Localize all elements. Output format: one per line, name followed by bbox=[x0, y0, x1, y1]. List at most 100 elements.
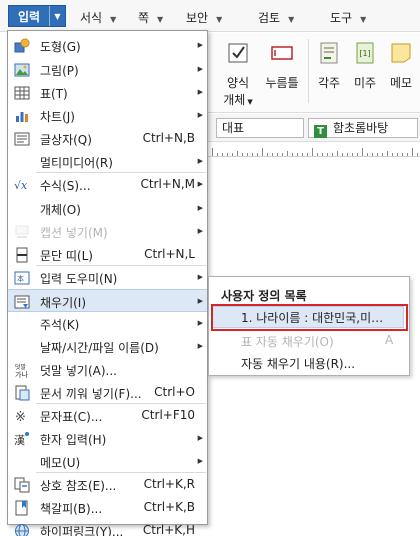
chevron-down-icon: ▼ bbox=[360, 15, 367, 24]
menu-format[interactable]: 서식 ▼ bbox=[80, 9, 116, 26]
click-field-icon bbox=[271, 46, 293, 60]
menu-item-18[interactable]: 漢 한자 입력(H) ▶ bbox=[8, 427, 207, 450]
menu-item-3[interactable]: 표(T) ▶ bbox=[8, 81, 207, 104]
autofill-contents-item[interactable]: 자동 채우기 내용(R)... bbox=[241, 355, 355, 372]
ruler-tick bbox=[257, 153, 258, 156]
menu-item-10[interactable]: 문단 띠(L) Ctrl+N,L bbox=[8, 243, 207, 266]
menu-icon-spacer bbox=[14, 339, 30, 355]
form-object-button[interactable]: 양식 개체 ▼ bbox=[216, 41, 260, 108]
ruler-tick bbox=[342, 153, 343, 156]
ruler-tick bbox=[222, 153, 223, 156]
table-autofill-item[interactable]: 표 자동 채우기(O) bbox=[241, 333, 334, 350]
ruler-tick bbox=[232, 153, 233, 156]
menu-item-14[interactable]: 날짜/시간/파일 이름(D) ▶ bbox=[8, 335, 207, 358]
menu-item-label: 문단 띠(L) bbox=[40, 249, 93, 263]
menu-item-5[interactable]: 글상자(Q) Ctrl+N,B bbox=[8, 127, 207, 150]
menu-item-shortcut: Ctrl+K,R bbox=[143, 477, 195, 491]
ruler-tick bbox=[262, 148, 263, 156]
menu-item-20[interactable]: 상호 참조(E)... Ctrl+K,R bbox=[8, 473, 207, 496]
ruler-tick bbox=[282, 153, 283, 156]
menu-item-21[interactable]: 책갈피(B)... Ctrl+K,B bbox=[8, 496, 207, 519]
truetype-font-icon: T bbox=[314, 125, 327, 138]
menu-item-19[interactable]: 메모(U) ▶ bbox=[8, 450, 207, 473]
menu-icon-spacer bbox=[14, 454, 30, 470]
endnote-button[interactable]: [1] 미주 bbox=[348, 41, 382, 91]
menu-tools[interactable]: 도구 ▼ bbox=[330, 9, 366, 26]
fill-icon bbox=[14, 294, 30, 310]
ruler-tick bbox=[302, 153, 303, 156]
ruler-tick bbox=[372, 153, 373, 156]
ruler-tick bbox=[412, 148, 413, 156]
hyperlink-icon bbox=[14, 523, 30, 536]
chart-icon bbox=[14, 108, 30, 124]
menu-item-11[interactable]: 本 입력 도우미(N) ▶ bbox=[8, 266, 207, 289]
font-value: 함초롬바탕 bbox=[333, 121, 389, 135]
menu-page[interactable]: 쪽 ▼ bbox=[138, 9, 163, 26]
click-field-label: 누름틀 bbox=[265, 76, 299, 90]
submenu-arrow-icon: ▶ bbox=[197, 204, 203, 212]
font-select[interactable]: T 함초롬바탕 bbox=[308, 118, 418, 138]
menu-item-17[interactable]: ※ 문자표(C)... Ctrl+F10 bbox=[8, 404, 207, 427]
style-select[interactable]: 대표 bbox=[216, 118, 304, 138]
ruler-tick bbox=[377, 153, 378, 156]
memo-icon bbox=[391, 43, 411, 63]
form-object-icon bbox=[228, 43, 248, 63]
insert-menu-button[interactable]: 입력 ▼ bbox=[8, 5, 66, 27]
ruler-tick bbox=[252, 153, 253, 156]
menu-item-15[interactable]: 덧말 가나 덧말 넣기(A)... bbox=[8, 358, 207, 381]
horizontal-ruler[interactable] bbox=[208, 143, 420, 157]
menu-review[interactable]: 검토 ▼ bbox=[258, 9, 294, 26]
ruler-tick bbox=[387, 151, 388, 156]
footnote-label: 각주 bbox=[317, 76, 341, 90]
menu-item-1[interactable]: 도형(G) ▶ bbox=[8, 34, 207, 57]
menu-separator bbox=[36, 403, 206, 404]
ruler-tick bbox=[312, 148, 313, 156]
insert-dropdown-menu: 도형(G) ▶ 그림(P) ▶ 표(T) ▶ 차트(J) ▶ 글상자(Q) Ctrl+N,B 멀티미… bbox=[7, 30, 208, 536]
menu-item-label: 표(T) bbox=[40, 87, 68, 101]
menu-security[interactable]: 보안 ▼ bbox=[186, 9, 222, 26]
cross-reference-icon bbox=[14, 477, 30, 493]
menu-item-label: 날짜/시간/파일 이름(D) bbox=[40, 341, 159, 355]
menu-item-22[interactable]: 하이퍼링크(Y)... Ctrl+K,H bbox=[8, 519, 207, 536]
menu-item-label: 덧말 넣기(A)... bbox=[40, 364, 117, 378]
ruler-tick bbox=[322, 153, 323, 156]
svg-text:[1]: [1] bbox=[359, 49, 370, 58]
bookmark-icon bbox=[14, 500, 30, 516]
ruler-tick bbox=[347, 153, 348, 156]
ruler-tick bbox=[407, 153, 408, 156]
menu-item-7[interactable]: √x 수식(S)... Ctrl+N,M ▶ bbox=[8, 173, 207, 196]
hanja-icon: 漢 bbox=[14, 431, 30, 447]
ruler-tick bbox=[357, 153, 358, 156]
form-object-label-1: 양식 bbox=[226, 76, 250, 90]
memo-label: 메모 bbox=[389, 76, 413, 90]
menu-item-label: 문자표(C)... bbox=[40, 410, 103, 424]
memo-button[interactable]: 메모 bbox=[384, 41, 418, 91]
menu-item-16[interactable]: 문서 끼워 넣기(F)... Ctrl+O bbox=[8, 381, 207, 404]
ribbon-separator bbox=[308, 39, 309, 103]
menu-item-2[interactable]: 그림(P) ▶ bbox=[8, 58, 207, 81]
menu-item-8[interactable]: 개체(O) ▶ bbox=[8, 197, 207, 220]
menu-item-13[interactable]: 주석(K) ▶ bbox=[8, 312, 207, 335]
table-icon bbox=[14, 85, 30, 101]
menu-item-9[interactable]: 캡션 넣기(M) ▶ bbox=[8, 220, 207, 243]
click-field-button[interactable]: 누름틀 bbox=[256, 41, 308, 91]
menu-item-label: 입력 도우미(N) bbox=[40, 272, 118, 286]
svg-text:本: 本 bbox=[17, 274, 24, 283]
caption-icon bbox=[14, 224, 30, 240]
ruler-tick bbox=[227, 153, 228, 156]
ruler-tick bbox=[382, 153, 383, 156]
chevron-down-icon[interactable]: ▼ bbox=[49, 6, 65, 26]
input-helper-icon: 本 bbox=[14, 270, 30, 286]
svg-text:※: ※ bbox=[15, 410, 26, 424]
ruler-tick bbox=[237, 151, 238, 156]
ruler-tick bbox=[317, 153, 318, 156]
ruler-tick bbox=[332, 153, 333, 156]
endnote-label: 미주 bbox=[353, 76, 377, 90]
submenu-arrow-icon: ▶ bbox=[197, 297, 203, 305]
menu-item-12[interactable]: 채우기(I) ▶ bbox=[8, 289, 207, 312]
footnote-button[interactable]: 각주 bbox=[312, 41, 346, 91]
menu-separator bbox=[36, 172, 206, 173]
menu-item-6[interactable]: 멀티미디어(R) ▶ bbox=[8, 150, 207, 173]
menu-item-4[interactable]: 차트(J) ▶ bbox=[8, 104, 207, 127]
submenu-arrow-icon: ▶ bbox=[197, 434, 203, 442]
